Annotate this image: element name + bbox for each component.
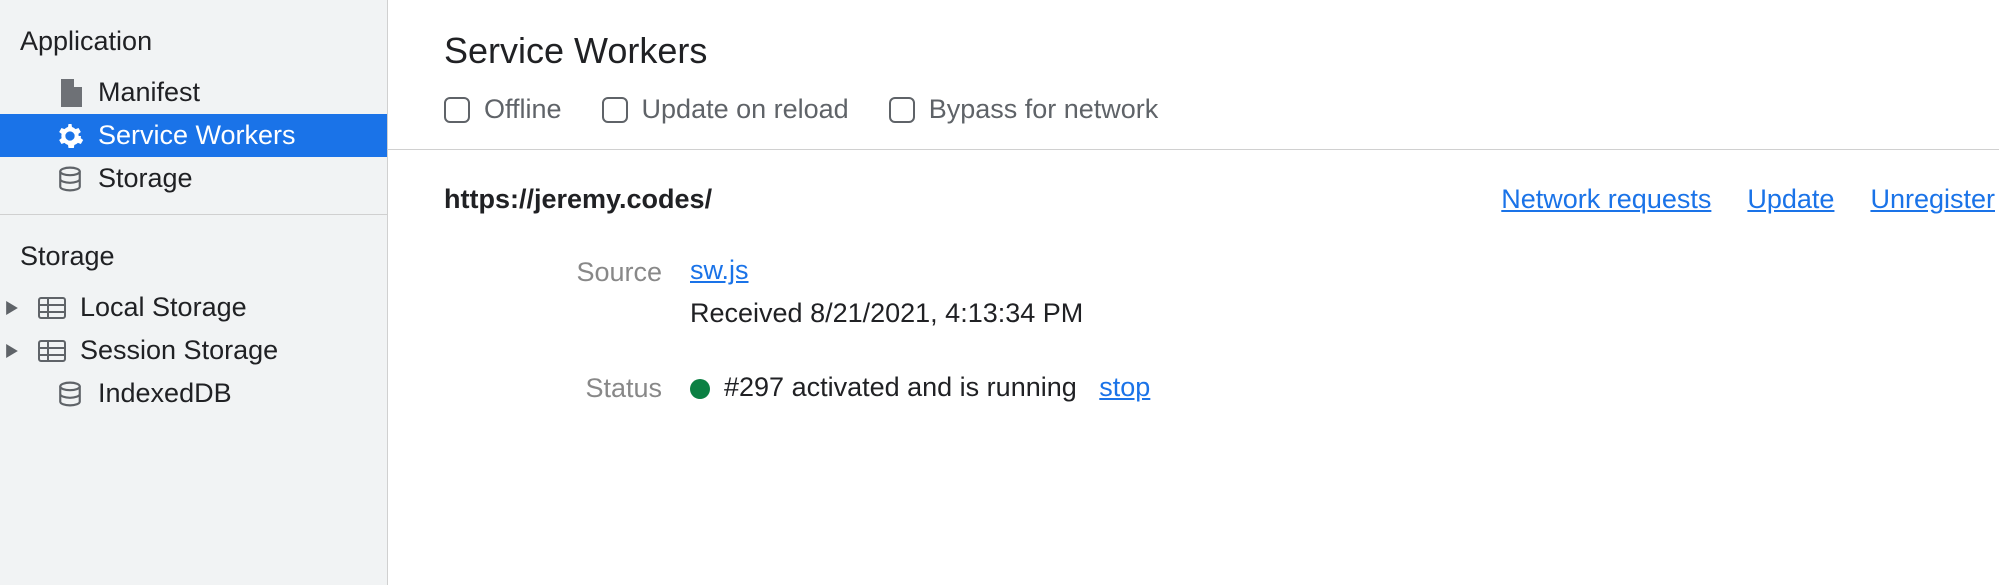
sidebar-item-local-storage[interactable]: Local Storage xyxy=(0,286,387,329)
main-panel: Service Workers Offline Update on reload… xyxy=(388,0,1999,585)
section-header-application: Application xyxy=(0,18,387,71)
status-label: Status xyxy=(444,371,690,404)
sw-header-row: https://jeremy.codes/ Network requests U… xyxy=(444,184,1999,215)
sidebar: Application Manifest Service Workers Sto… xyxy=(0,0,388,585)
received-text: Received 8/21/2021, 4:13:34 PM xyxy=(690,298,1083,329)
sidebar-item-manifest[interactable]: Manifest xyxy=(0,71,387,114)
status-row: Status #297 activated and is running sto… xyxy=(444,371,1999,404)
sidebar-item-indexeddb[interactable]: IndexedDB xyxy=(0,372,387,415)
sidebar-item-session-storage[interactable]: Session Storage xyxy=(0,329,387,372)
sidebar-item-service-workers[interactable]: Service Workers xyxy=(0,114,387,157)
update-link[interactable]: Update xyxy=(1747,184,1834,215)
status-value: #297 activated and is running stop xyxy=(690,372,1150,403)
sidebar-item-label: Manifest xyxy=(98,77,200,108)
caret-right-icon xyxy=(4,343,20,359)
network-requests-link[interactable]: Network requests xyxy=(1501,184,1711,215)
sw-options-row: Offline Update on reload Bypass for netw… xyxy=(388,94,1999,150)
update-on-reload-checkbox[interactable]: Update on reload xyxy=(602,94,849,125)
gear-icon xyxy=(56,122,84,150)
checkbox-box-icon xyxy=(444,97,470,123)
checkbox-box-icon xyxy=(602,97,628,123)
sw-origin: https://jeremy.codes/ xyxy=(444,184,712,215)
unregister-link[interactable]: Unregister xyxy=(1870,184,1995,215)
checkbox-label: Offline xyxy=(484,94,562,125)
bypass-for-network-checkbox[interactable]: Bypass for network xyxy=(889,94,1159,125)
offline-checkbox[interactable]: Offline xyxy=(444,94,562,125)
status-dot-icon xyxy=(690,379,710,399)
sidebar-item-label: Service Workers xyxy=(98,120,296,151)
page-title: Service Workers xyxy=(388,30,1999,94)
sw-action-links: Network requests Update Unregister xyxy=(1501,184,1999,215)
sidebar-item-label: IndexedDB xyxy=(98,378,232,409)
caret-right-icon xyxy=(4,300,20,316)
sw-registration: https://jeremy.codes/ Network requests U… xyxy=(388,150,1999,404)
sw-details: Source sw.js Received 8/21/2021, 4:13:34… xyxy=(444,255,1999,404)
section-header-storage: Storage xyxy=(0,233,387,286)
source-value: sw.js Received 8/21/2021, 4:13:34 PM xyxy=(690,255,1083,329)
sidebar-item-label: Session Storage xyxy=(80,335,278,366)
source-row: Source sw.js Received 8/21/2021, 4:13:34… xyxy=(444,255,1999,329)
table-icon xyxy=(38,337,66,365)
source-file-link[interactable]: sw.js xyxy=(690,255,749,285)
database-icon xyxy=(56,380,84,408)
source-label: Source xyxy=(444,255,690,288)
status-text: #297 activated and is running xyxy=(724,372,1077,402)
database-icon xyxy=(56,165,84,193)
sidebar-item-label: Storage xyxy=(98,163,193,194)
checkbox-box-icon xyxy=(889,97,915,123)
table-icon xyxy=(38,294,66,322)
checkbox-label: Update on reload xyxy=(642,94,849,125)
file-icon xyxy=(56,79,84,107)
sidebar-item-storage[interactable]: Storage xyxy=(0,157,387,200)
checkbox-label: Bypass for network xyxy=(929,94,1159,125)
sidebar-item-label: Local Storage xyxy=(80,292,247,323)
divider xyxy=(0,214,387,215)
stop-link[interactable]: stop xyxy=(1099,372,1150,402)
